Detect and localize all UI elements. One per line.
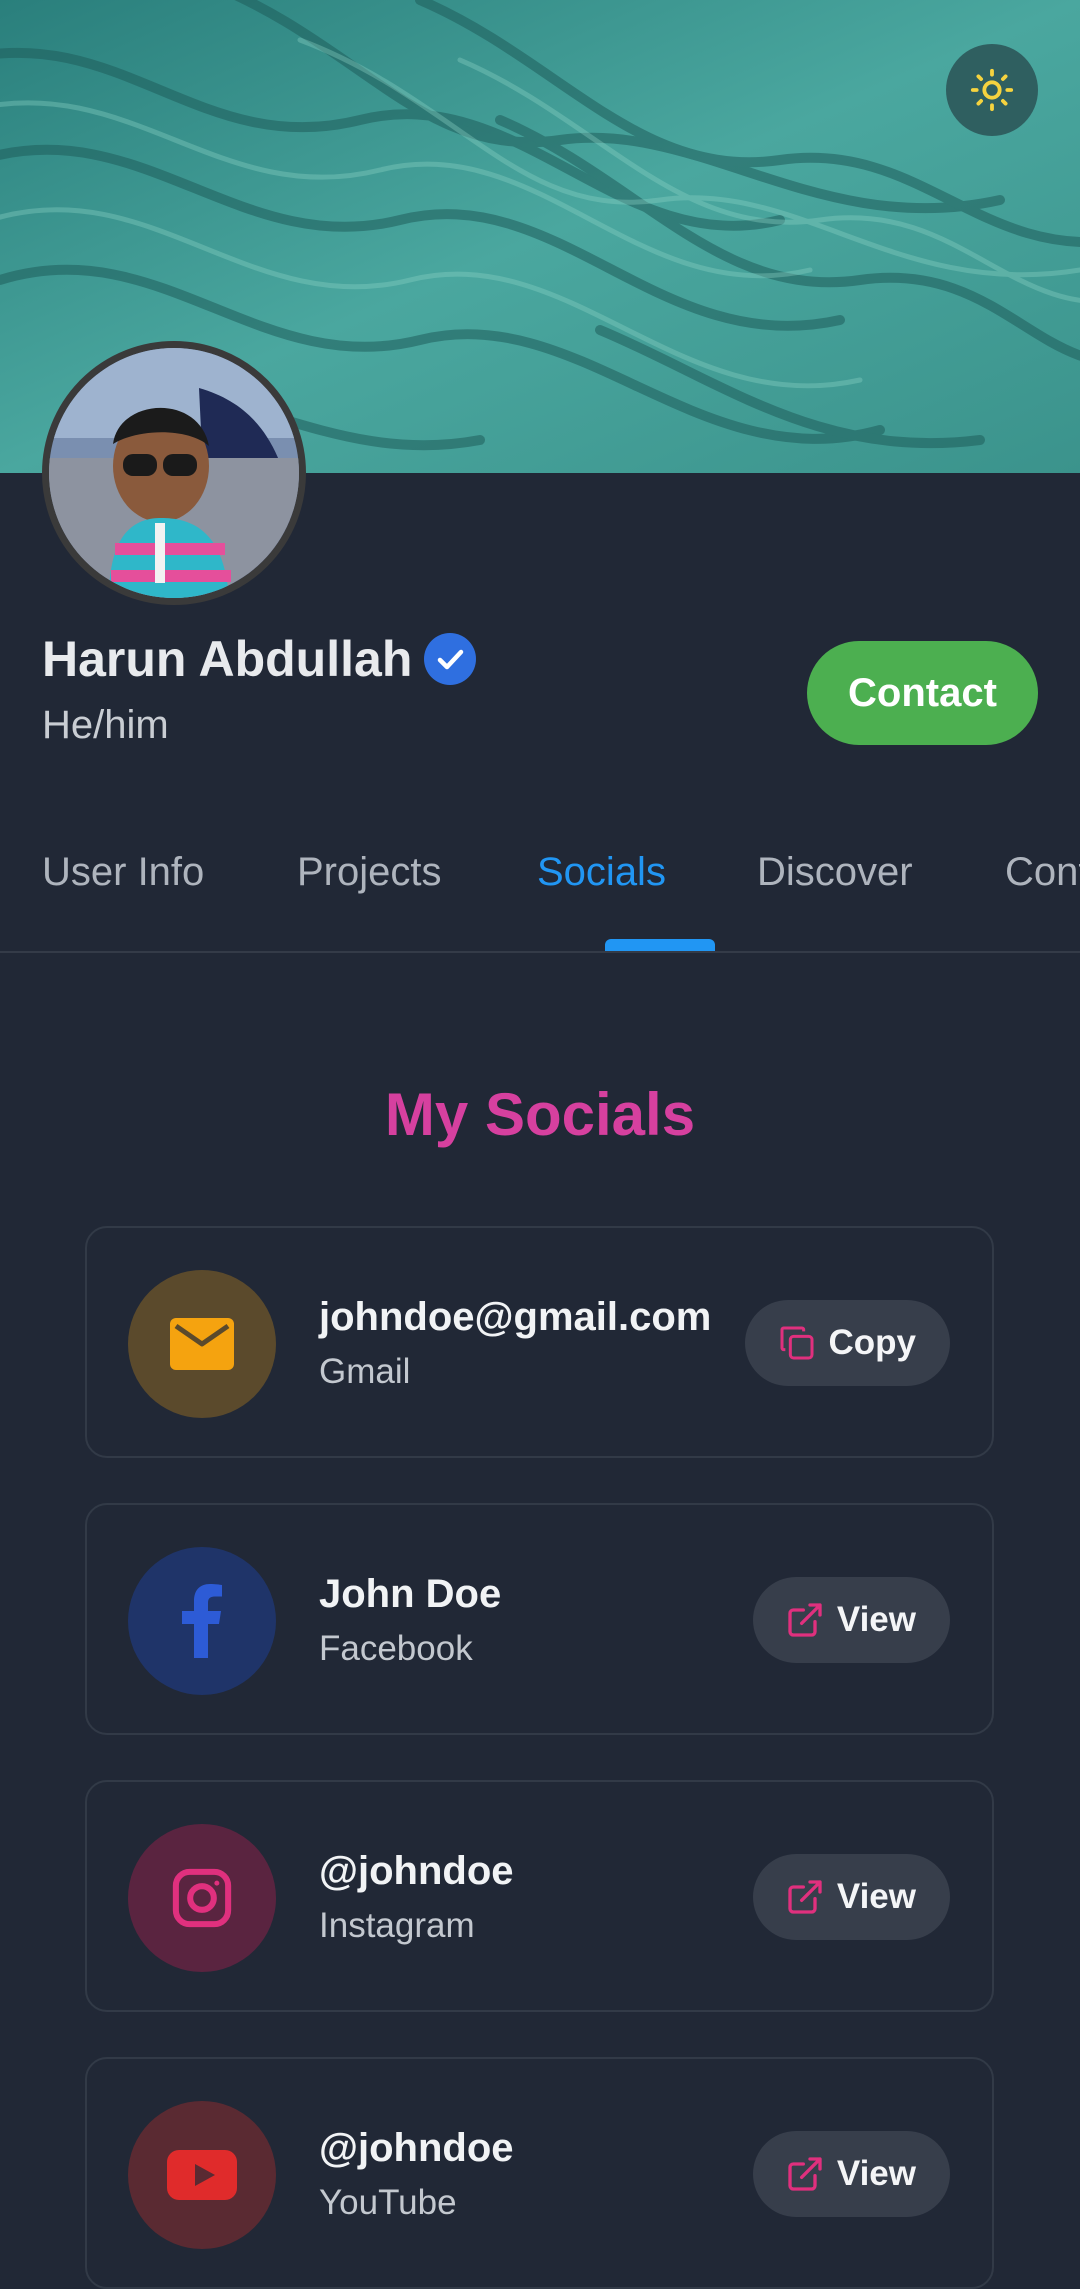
tab-discover[interactable]: Discover: [757, 850, 913, 895]
contact-button[interactable]: Contact: [807, 641, 1038, 745]
tab-contact[interactable]: Contact: [1005, 850, 1080, 895]
youtube-icon-circle: [128, 2101, 276, 2249]
social-handle: @johndoe: [319, 2126, 514, 2170]
copy-label: Copy: [828, 1323, 917, 1362]
view-label: View: [836, 1600, 916, 1639]
instagram-icon: [172, 1868, 232, 1928]
facebook-icon-circle: [128, 1547, 276, 1695]
social-handle: John Doe: [319, 1572, 502, 1616]
active-tab-indicator: [605, 939, 715, 951]
facebook-icon: [182, 1584, 222, 1658]
social-handle: @johndoe: [319, 1849, 514, 1893]
sun-icon: [970, 68, 1014, 112]
mail-icon-circle: [128, 1270, 276, 1418]
tab-user-info[interactable]: User Info: [42, 850, 204, 895]
tab-socials[interactable]: Socials: [537, 850, 666, 895]
social-handle: johndoe@gmail.com: [319, 1295, 712, 1339]
social-card-instagram: @johndoe Instagram View: [85, 1780, 994, 2012]
view-label: View: [836, 1877, 916, 1916]
mail-icon: [170, 1318, 234, 1370]
verified-icon: [424, 633, 477, 685]
external-link-icon: [788, 1880, 822, 1914]
external-link-icon: [788, 2157, 822, 2191]
copy-icon: [780, 1326, 813, 1360]
tab-bar: User Info Projects Socials Discover Cont…: [0, 820, 1080, 953]
social-platform: Instagram: [319, 1906, 475, 1945]
social-card-facebook: John Doe Facebook View: [85, 1503, 994, 1735]
avatar: [42, 341, 306, 605]
instagram-icon-circle: [128, 1824, 276, 1972]
view-button[interactable]: View: [752, 2131, 950, 2217]
view-button[interactable]: View: [752, 1577, 950, 1663]
section-title: My Socials: [384, 1081, 696, 1148]
external-link-icon: [788, 1603, 822, 1637]
social-platform: Facebook: [319, 1629, 473, 1668]
view-button[interactable]: View: [752, 1854, 950, 1940]
copy-button[interactable]: Copy: [744, 1300, 950, 1386]
profile-name: Harun Abdullah: [42, 631, 413, 687]
social-platform: YouTube: [319, 2183, 457, 2222]
theme-toggle-button[interactable]: [946, 44, 1038, 136]
social-card-gmail: johndoe@gmail.com Gmail Copy: [85, 1226, 994, 1458]
social-card-youtube: @johndoe YouTube View: [85, 2057, 994, 2289]
youtube-icon: [167, 2150, 237, 2200]
social-platform: Gmail: [319, 1352, 411, 1391]
view-label: View: [836, 2154, 916, 2193]
tab-projects[interactable]: Projects: [297, 850, 442, 895]
pronouns: He/him: [42, 703, 169, 747]
